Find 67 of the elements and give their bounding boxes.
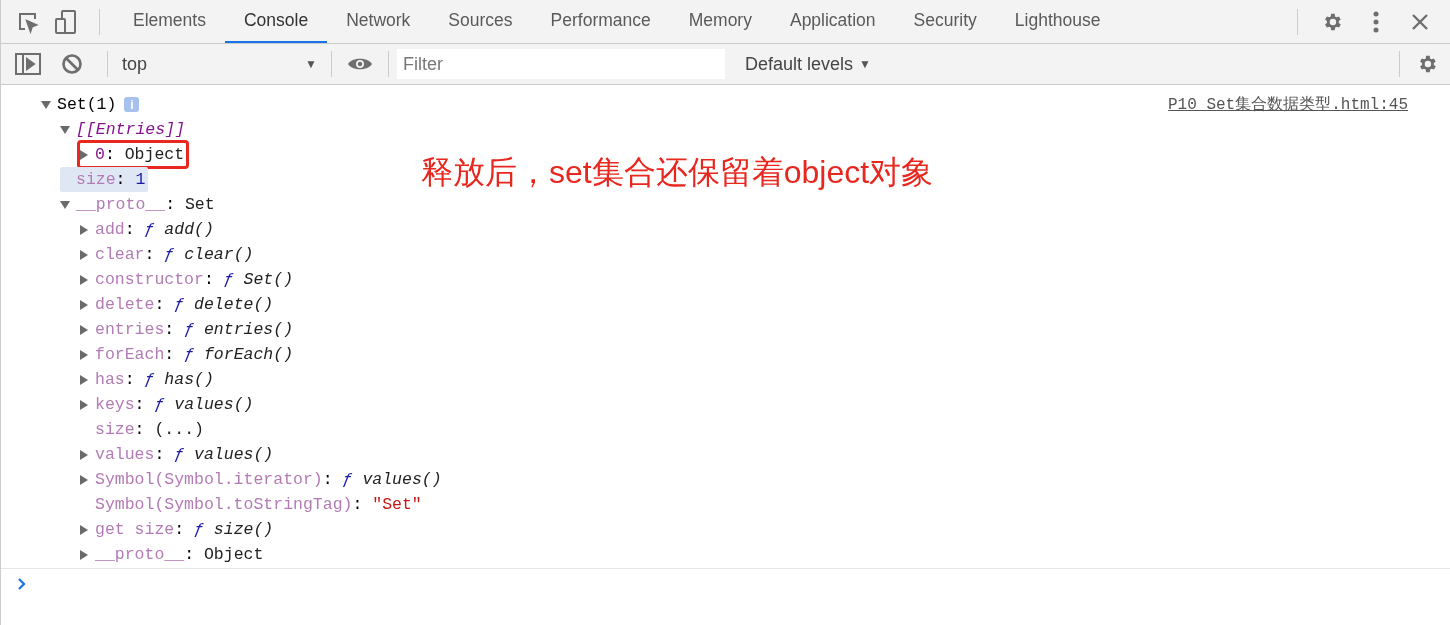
property-entry[interactable]: delete: ƒ delete() <box>79 292 277 317</box>
property-entry[interactable]: clear: ƒ clear() <box>79 242 257 267</box>
highlight-frame[interactable]: 0: Object <box>79 142 188 167</box>
property-entry[interactable]: __proto__: Set <box>60 192 218 217</box>
property-text: get size: ƒ size() <box>95 520 274 539</box>
property-entry[interactable]: __proto__: Object <box>79 542 267 567</box>
panel-tab[interactable]: Lighthouse <box>995 0 1120 43</box>
property-entry[interactable]: add: ƒ add() <box>79 217 217 242</box>
panel-tab[interactable]: Sources <box>429 0 532 43</box>
expanded-arrow-icon[interactable] <box>60 124 70 135</box>
source-link[interactable]: P10_Set集合数据类型.html:45 <box>1167 94 1408 115</box>
property-text: size: 1 <box>76 170 146 189</box>
expanded-arrow-icon[interactable] <box>60 199 70 210</box>
panel-tab[interactable]: Application <box>770 0 895 43</box>
collapsed-arrow-icon[interactable] <box>79 474 89 485</box>
property-text: delete: ƒ delete() <box>95 295 274 314</box>
collapsed-arrow-icon[interactable] <box>79 449 89 460</box>
collapsed-arrow-icon[interactable] <box>79 399 89 410</box>
collapsed-arrow-icon[interactable] <box>79 224 89 235</box>
property-text: __proto__: Object <box>95 545 264 564</box>
property-entry[interactable]: Symbol(Symbol.toStringTag): "Set" <box>79 492 425 517</box>
property-text: size: (...) <box>95 420 204 439</box>
panel-tab[interactable]: Elements <box>114 0 225 43</box>
property-entry[interactable]: Symbol(Symbol.iterator): ƒ values() <box>79 467 445 492</box>
property-entry[interactable]: size: 1 <box>60 167 149 192</box>
panel-tab[interactable]: Memory <box>669 0 771 43</box>
property-text: add: ƒ add() <box>95 220 214 239</box>
property-text: entries: ƒ entries() <box>95 320 294 339</box>
property-entry[interactable]: get size: ƒ size() <box>79 517 277 542</box>
property-text: has: ƒ has() <box>95 370 214 389</box>
property-entry[interactable]: keys: ƒ values() <box>79 392 257 417</box>
property-entry[interactable]: forEach: ƒ forEach() <box>79 342 297 367</box>
collapsed-arrow-icon[interactable] <box>79 549 89 560</box>
property-entry[interactable]: [[Entries]] <box>60 117 188 142</box>
property-text: Symbol(Symbol.iterator): ƒ values() <box>95 470 442 489</box>
property-entry[interactable]: size: (...) <box>79 417 207 442</box>
collapsed-arrow-icon[interactable] <box>79 149 89 160</box>
object-label: Set(1) <box>57 95 117 114</box>
levels-dropdown[interactable]: Default levels ▼ <box>739 52 877 76</box>
property-text: keys: ƒ values() <box>95 395 254 414</box>
collapsed-arrow-icon[interactable] <box>79 524 89 535</box>
annotation-text: 释放后，set集合还保留着object对象 <box>421 153 934 192</box>
filter-field[interactable]: Filter <box>397 49 725 79</box>
panel-tab[interactable]: Security <box>894 0 996 43</box>
panel-tab[interactable]: Performance <box>531 0 670 43</box>
expanded-arrow-icon[interactable] <box>41 99 51 110</box>
property-text: values: ƒ values() <box>95 445 274 464</box>
collapsed-arrow-icon[interactable] <box>79 249 89 260</box>
collapsed-arrow-icon[interactable] <box>79 349 89 360</box>
property-entry[interactable]: values: ƒ values() <box>79 442 277 467</box>
property-text: constructor: ƒ Set() <box>95 270 294 289</box>
property-text: 0: Object <box>95 145 185 164</box>
property-entry[interactable]: constructor: ƒ Set() <box>79 267 297 292</box>
context-select[interactable]: top ▼ <box>118 53 323 75</box>
property-text: clear: ƒ clear() <box>95 245 254 264</box>
property-entry[interactable]: has: ƒ has() <box>79 367 217 392</box>
property-text: [[Entries]] <box>76 120 185 139</box>
prompt-icon <box>17 577 27 591</box>
collapsed-arrow-icon[interactable] <box>79 274 89 285</box>
property-entry[interactable]: entries: ƒ entries() <box>79 317 297 342</box>
property-text: forEach: ƒ forEach() <box>95 345 294 364</box>
property-text: Symbol(Symbol.toStringTag): "Set" <box>95 495 422 514</box>
collapsed-arrow-icon[interactable] <box>79 299 89 310</box>
collapsed-arrow-icon[interactable] <box>79 324 89 335</box>
property-text: __proto__: Set <box>76 195 215 214</box>
collapsed-arrow-icon[interactable] <box>79 374 89 385</box>
panel-tab[interactable]: Network <box>327 0 430 43</box>
